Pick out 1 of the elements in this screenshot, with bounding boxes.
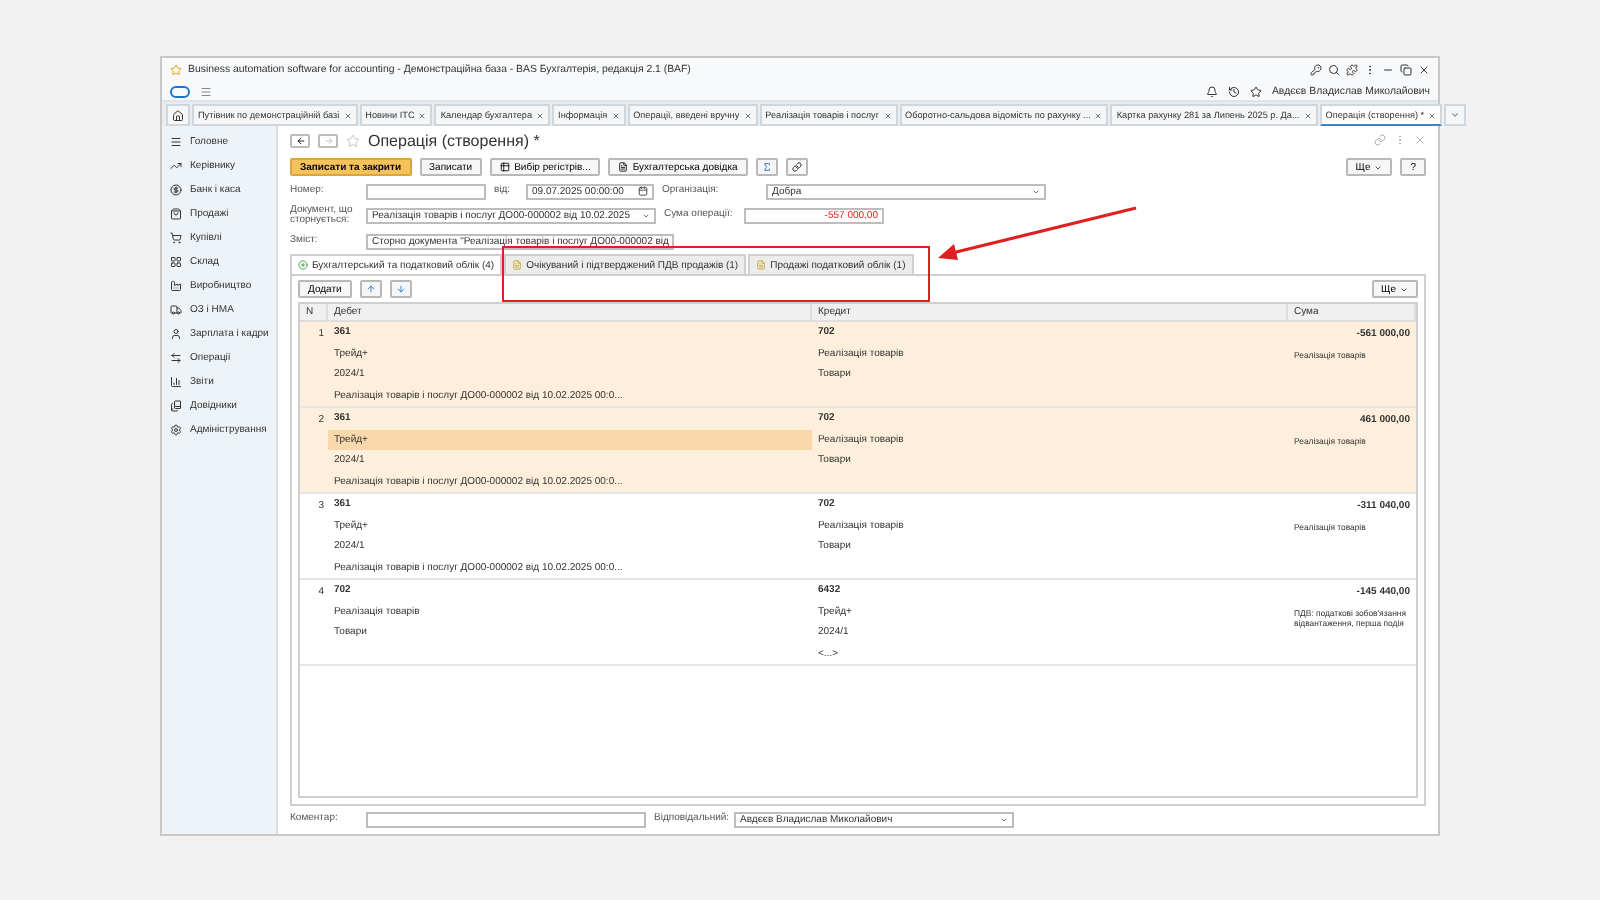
form-title: Операція (створення) *: [368, 131, 540, 149]
